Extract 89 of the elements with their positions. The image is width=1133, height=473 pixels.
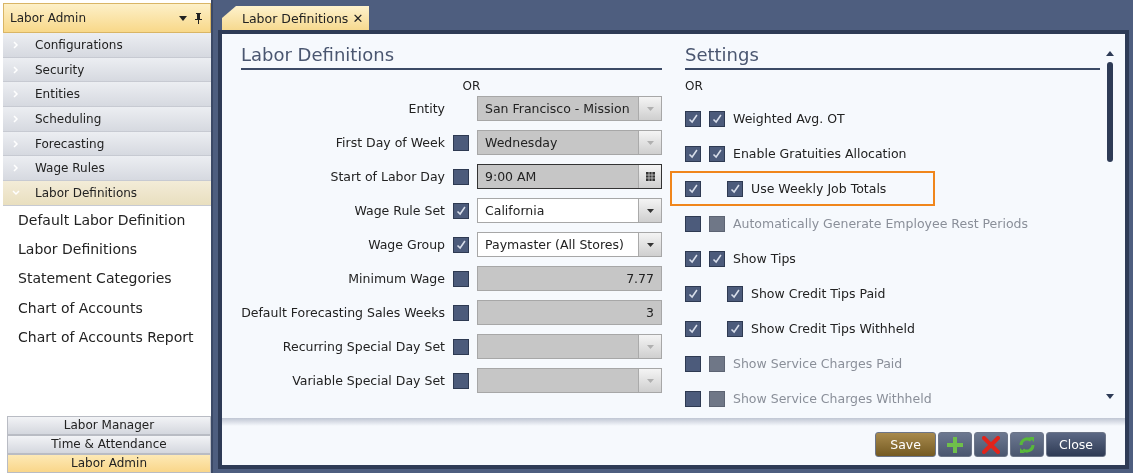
- setting-label: Show Service Charges Paid: [733, 356, 903, 371]
- checkbox[interactable]: [685, 285, 701, 302]
- chevron-icon: [11, 138, 21, 149]
- field-label: Start of Labor Day: [329, 169, 445, 184]
- close-icon[interactable]: ✕: [352, 10, 364, 26]
- close-button[interactable]: Close: [1045, 432, 1106, 457]
- module-button[interactable]: Labor Admin: [7, 454, 211, 473]
- checkbox[interactable]: [709, 250, 725, 267]
- dropdown-button[interactable]: [638, 233, 661, 256]
- sidebar-section[interactable]: Scheduling: [3, 107, 211, 132]
- setting-label: Use Weekly Job Totals: [751, 181, 887, 196]
- field-value: 9:00 AM: [484, 169, 538, 184]
- chevron-icon: [11, 163, 21, 174]
- dropdown-button[interactable]: [638, 199, 661, 222]
- checkbox[interactable]: [709, 145, 725, 162]
- field-label: Variable Special Day Set: [291, 373, 445, 388]
- dropdown-icon[interactable]: [179, 15, 187, 21]
- setting-label: Show Tips: [733, 251, 796, 266]
- checkbox[interactable]: [727, 285, 743, 302]
- checkbox[interactable]: [685, 180, 701, 197]
- sidebar-item[interactable]: Chart of Accounts: [0, 293, 211, 323]
- field-label: First Day of Week: [334, 135, 445, 150]
- checkbox[interactable]: [709, 110, 725, 127]
- checkbox[interactable]: [727, 180, 743, 197]
- or-label: OR: [685, 79, 703, 93]
- chevron-icon: [11, 39, 21, 50]
- chevron-icon: [11, 187, 21, 198]
- field-value: 3: [645, 305, 655, 320]
- dropdown-field[interactable]: Paymaster (All Stores): [477, 232, 662, 257]
- field-label: Minimum Wage: [347, 271, 445, 286]
- refresh-button[interactable]: [1009, 432, 1044, 457]
- calendar-icon: [645, 172, 655, 181]
- checkbox[interactable]: [685, 320, 701, 337]
- tab[interactable]: Labor Definitions ✕: [222, 6, 370, 30]
- delete-icon: [981, 435, 1000, 454]
- sidebar-section[interactable]: Configurations: [3, 33, 211, 58]
- plus-icon: [946, 436, 963, 453]
- checkbox[interactable]: [685, 145, 701, 162]
- sidebar-section[interactable]: Security: [3, 57, 211, 83]
- checkbox[interactable]: [685, 110, 701, 127]
- setting-label: Weighted Avg. OT: [733, 111, 845, 126]
- sidebar-section[interactable]: Forecasting: [3, 131, 211, 157]
- caret-icon: [646, 344, 654, 349]
- caret-icon: [646, 378, 654, 383]
- setting-label: Automatically Generate Employee Rest Periods: [733, 216, 1028, 231]
- refresh-icon: [1017, 435, 1036, 454]
- section-title: Settings: [685, 44, 1100, 70]
- chevron-icon: [11, 89, 21, 100]
- sidebar-section[interactable]: Labor Definitions: [3, 181, 211, 206]
- checkbox[interactable]: [727, 320, 743, 337]
- caret-icon: [646, 208, 654, 213]
- setting-label: Show Credit Tips Withheld: [751, 321, 915, 336]
- section-title: Labor Definitions: [241, 44, 662, 70]
- sidebar-title: Labor Admin: [10, 11, 87, 25]
- field-label: Entity: [407, 101, 445, 116]
- sidebar-section[interactable]: Wage Rules: [3, 156, 211, 182]
- checkbox[interactable]: [453, 202, 469, 219]
- field-label: Wage Group: [367, 237, 445, 252]
- chevron-icon: [11, 64, 21, 75]
- field-value: Wednesday: [484, 135, 559, 150]
- field-label: Default Forecasting Sales Weeks: [241, 305, 445, 320]
- setting-label: Enable Gratuities Allocation: [733, 146, 907, 161]
- field-value: San Francisco - Mission: [484, 101, 631, 116]
- or-label: OR: [462, 79, 481, 93]
- field-label: Recurring Special Day Set: [281, 339, 445, 354]
- field-label: Wage Rule Set: [353, 203, 445, 218]
- sidebar-item[interactable]: Chart of Accounts Report: [0, 323, 211, 353]
- chevron-icon: [11, 113, 21, 124]
- setting-label: Show Service Charges Withheld: [733, 391, 932, 406]
- module-button[interactable]: Labor Manager: [7, 416, 211, 435]
- pin-icon[interactable]: [195, 12, 202, 24]
- field-value: 7.77: [625, 271, 655, 286]
- caret-icon: [646, 140, 654, 145]
- add-button[interactable]: [937, 432, 972, 457]
- checkbox[interactable]: [685, 250, 701, 267]
- sidebar-item[interactable]: Statement Categories: [0, 264, 211, 294]
- setting-label: Show Credit Tips Paid: [751, 286, 886, 301]
- field-value: California: [484, 203, 546, 218]
- field-value: Paymaster (All Stores): [484, 237, 625, 252]
- caret-icon: [646, 242, 654, 247]
- sidebar-item[interactable]: Labor Definitions: [0, 235, 211, 265]
- dropdown-field[interactable]: California: [477, 198, 662, 223]
- module-button[interactable]: Time & Attendance: [7, 435, 211, 454]
- save-button[interactable]: Save: [875, 432, 936, 457]
- checkbox[interactable]: [453, 236, 469, 253]
- sidebar-item[interactable]: Default Labor Definition: [0, 205, 211, 236]
- caret-icon: [646, 106, 654, 111]
- delete-button[interactable]: [973, 432, 1008, 457]
- sidebar-section[interactable]: Entities: [3, 82, 211, 108]
